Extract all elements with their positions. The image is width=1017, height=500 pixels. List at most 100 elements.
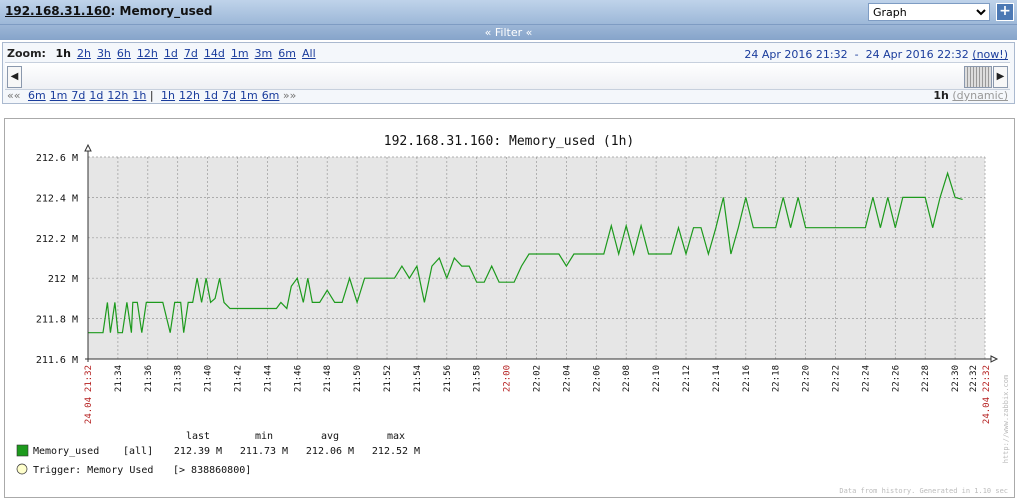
step-back-12h[interactable]: 12h <box>107 89 128 102</box>
zoom-option-6h[interactable]: 6h <box>117 47 131 60</box>
zoom-option-3m[interactable]: 3m <box>255 47 273 60</box>
x-tick-label: 22:02 <box>533 365 543 392</box>
step-forward-12h[interactable]: 12h <box>179 89 200 102</box>
legend-series-name: Memory_used <box>33 446 99 457</box>
x-tick-label: 21:54 <box>413 365 423 392</box>
x-tick-label: 21:38 <box>174 365 184 392</box>
x-tick-label: 21:36 <box>144 365 154 392</box>
x-tick-label: 21:50 <box>353 365 363 392</box>
zoom-bar: Zoom: 1h 2h 3h 6h 12h 1d 7d 14d 1m 3m 6m All <box>7 47 316 60</box>
zoom-option-2h[interactable]: 2h <box>77 47 91 60</box>
step-forward-icon: »» <box>282 89 297 102</box>
zoom-option-12h[interactable]: 12h <box>137 47 158 60</box>
step-back-7d[interactable]: 7d <box>71 89 85 102</box>
x-tick-label: 21:34 <box>114 365 124 392</box>
x-tick-label: 22:30 <box>951 365 961 392</box>
step-forward-1d[interactable]: 1d <box>204 89 218 102</box>
legend-header-min: min <box>255 431 273 442</box>
x-tick-label: 21:40 <box>204 365 214 392</box>
zoom-label: Zoom: <box>7 47 46 60</box>
item-name: Memory_used <box>119 4 213 18</box>
scroll-right-icon[interactable]: ▶ <box>993 66 1008 88</box>
step-back-6m[interactable]: 6m <box>28 89 46 102</box>
zoom-option-3h[interactable]: 3h <box>97 47 111 60</box>
zoom-option-6m[interactable]: 6m <box>278 47 296 60</box>
x-tick-label: 22:06 <box>592 365 602 392</box>
step-back-1d[interactable]: 1d <box>89 89 103 102</box>
scroll-left-icon[interactable]: ◀ <box>7 66 22 88</box>
x-tick-label: 21:52 <box>383 365 393 392</box>
step-back-1h[interactable]: 1h <box>132 89 146 102</box>
now-link[interactable]: (now!) <box>972 48 1008 61</box>
time-navigation: Zoom: 1h 2h 3h 6h 12h 1d 7d 14d 1m 3m 6m All 24 Apr… <box>2 42 1015 104</box>
step-back-1m[interactable]: 1m <box>50 89 68 102</box>
zoom-option-1h[interactable]: 1h <box>55 47 71 60</box>
dynamic-link[interactable]: (dynamic) <box>952 89 1008 102</box>
x-tick-label: 21:42 <box>234 365 244 392</box>
view-select[interactable]: Graph <box>868 3 990 21</box>
x-tick-label: 22:08 <box>622 365 632 392</box>
x-tick-label: 21:46 <box>293 365 303 392</box>
x-tick-label: 22:26 <box>891 365 901 392</box>
x-tick-label: 22:20 <box>802 365 812 392</box>
step-forward-1m[interactable]: 1m <box>240 89 258 102</box>
trigger-icon <box>16 463 28 475</box>
memory-graph: 192.168.31.160: Memory_used (1h) 211.6 M… <box>16 134 1010 495</box>
y-tick-label: 212 M <box>48 274 78 285</box>
x-tick-label: 22:32 <box>982 365 992 392</box>
x-tick-label: 22:00 <box>503 365 513 392</box>
step-back-icon: «« <box>7 89 21 102</box>
x-axis-arrow-icon <box>990 355 999 363</box>
period-range: 24 Apr 2016 21:32 - 24 Apr 2016 22:32 (n… <box>744 48 1008 61</box>
x-tick-label: 22:16 <box>742 365 752 392</box>
legend-value: 212.52 M <box>372 446 420 457</box>
y-tick-label: 211.8 M <box>36 315 78 326</box>
zoom-option-1d[interactable]: 1d <box>164 47 178 60</box>
step-divider: | <box>149 89 154 102</box>
legend-trigger-cond: [> 838860800] <box>173 465 251 476</box>
legend-value: 211.73 M <box>240 446 288 457</box>
x-tick-label: 21:44 <box>263 365 273 392</box>
x-tick-label: 22:28 <box>921 365 931 392</box>
x-tick-label: 22:32 <box>969 365 979 392</box>
legend-value: 212.06 M <box>306 446 354 457</box>
dynamic-period: 1h (dynamic) <box>933 89 1008 102</box>
legend-swatch <box>16 444 29 457</box>
x-tick-label: 22:24 <box>861 365 871 392</box>
x-tick-label: 21:48 <box>323 365 333 392</box>
x-tick-label: 22:10 <box>652 365 662 392</box>
step-forward-1h[interactable]: 1h <box>161 89 175 102</box>
collapse-icon: « <box>484 26 492 39</box>
x-tick-label: 21:32 <box>84 365 94 392</box>
host-link[interactable]: 192.168.31.160 <box>5 4 111 18</box>
x-tick-label: 21:58 <box>473 365 483 392</box>
y-tick-label: 211.6 M <box>36 355 78 366</box>
zoom-option-All[interactable]: All <box>302 47 316 60</box>
filter-toggle[interactable]: « Filter « <box>0 25 1017 40</box>
legend-series-tag: [all] <box>123 446 153 457</box>
legend-value: 212.39 M <box>174 446 222 457</box>
y-axis-arrow-icon <box>84 143 92 152</box>
legend-header-last: last <box>186 431 210 442</box>
legend-header-max: max <box>387 431 405 442</box>
step-forward-7d[interactable]: 7d <box>222 89 236 102</box>
zoom-option-14d[interactable]: 14d <box>204 47 225 60</box>
current-period: 1h <box>933 89 949 102</box>
graph-panel: 192.168.31.160: Memory_used (1h) 211.6 M… <box>4 118 1015 498</box>
x-tick-label: 22:18 <box>772 365 782 392</box>
zoom-option-7d[interactable]: 7d <box>184 47 198 60</box>
page-header: 192.168.31.160: Memory_used Graph + <box>0 0 1017 25</box>
timeline-scrollbar[interactable]: ◀ ▶ <box>5 62 1010 90</box>
y-tick-label: 212.2 M <box>36 234 78 245</box>
filter-label: Filter <box>494 26 523 39</box>
x-date-label: 24.04 <box>982 397 992 424</box>
legend-header-avg: avg <box>321 431 339 442</box>
y-tick-label: 212.6 M <box>36 153 78 164</box>
add-icon[interactable]: + <box>996 3 1014 21</box>
scroll-handle[interactable] <box>964 66 992 88</box>
legend-trigger: Trigger: Memory Used <box>33 465 153 476</box>
title-separator: : <box>110 4 116 18</box>
period-to: 24 Apr 2016 22:32 <box>865 48 969 61</box>
step-forward-6m[interactable]: 6m <box>262 89 280 102</box>
zoom-option-1m[interactable]: 1m <box>231 47 249 60</box>
